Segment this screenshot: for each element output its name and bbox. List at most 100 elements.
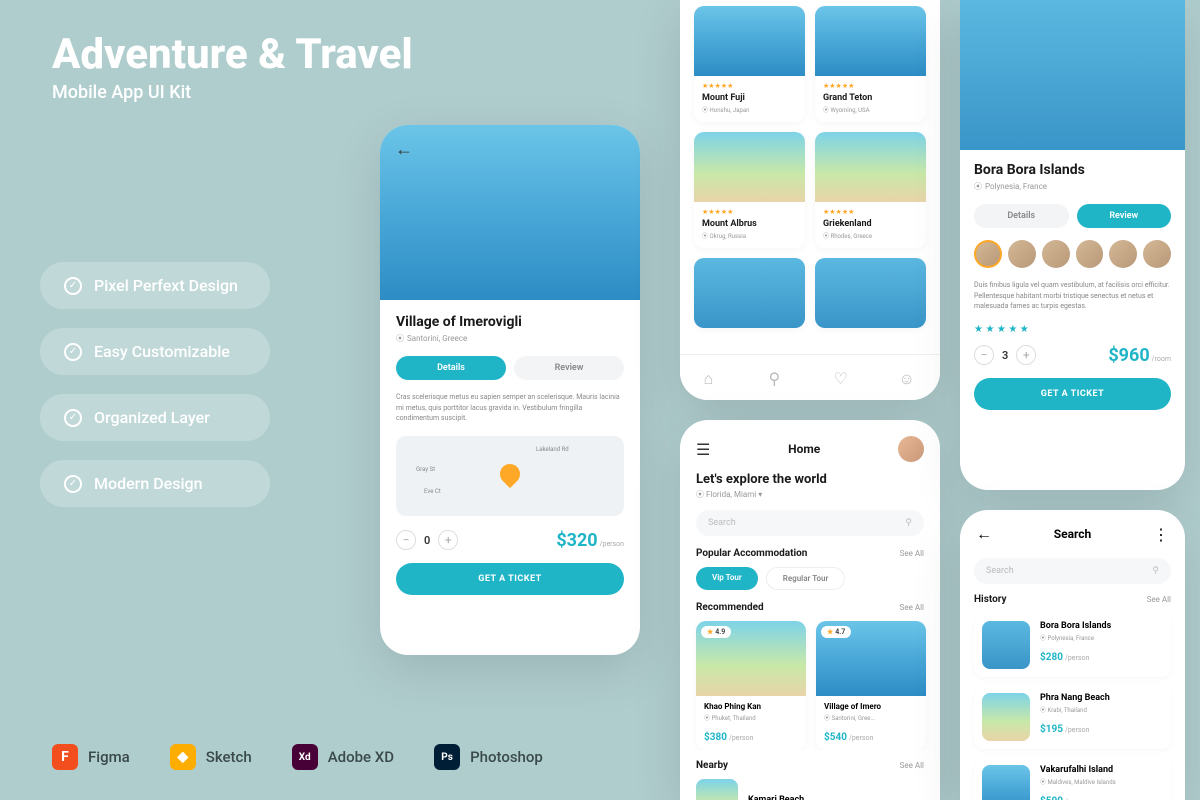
pill-vip[interactable]: Vip Tour: [696, 567, 758, 590]
star-icon: ★★★★★: [702, 82, 797, 90]
explore-heading: Let's explore the world: [680, 472, 940, 487]
rating-badge: ★4.7: [821, 626, 851, 638]
hero-title: Adventure & Travel: [52, 30, 413, 79]
map-pin-icon: [496, 459, 524, 487]
phone-home: ☰ Home Let's explore the world ⦿ Florida…: [680, 420, 940, 800]
quantity-stepper[interactable]: − 3 +: [974, 345, 1036, 365]
get-ticket-button[interactable]: GET A TICKET: [974, 378, 1171, 410]
back-icon[interactable]: ←: [392, 137, 416, 161]
page-title: Home: [788, 442, 820, 456]
description: Cras scelerisque metus eu sapien semper …: [396, 392, 624, 424]
ps-icon: Ps: [434, 744, 460, 770]
section-title: Nearby: [696, 760, 728, 771]
place-title: Village of Imerovigli: [396, 314, 624, 330]
review-text: Duis finibus ligula vel quam vestibulum,…: [974, 280, 1171, 312]
star-rating: ★ ★ ★ ★ ★: [974, 324, 1171, 335]
tool-figma: FFigma: [52, 744, 130, 770]
rating-badge: ★4.9: [701, 626, 731, 638]
qty-plus[interactable]: +: [1016, 345, 1036, 365]
destination-card[interactable]: ★★★★★Mount Fuji⦿ Honshu, Japan: [694, 6, 805, 122]
back-icon[interactable]: ←: [976, 524, 992, 544]
search-icon: ⚲: [905, 518, 912, 528]
bottom-nav: ⌂ ⚲ ♡ ☺: [680, 354, 940, 400]
rec-card[interactable]: ★4.9Khao Phing Kan⦿ Phuket, Thailand$380…: [696, 621, 806, 750]
home-icon[interactable]: ⌂: [704, 369, 722, 387]
hero-image: ←: [380, 125, 640, 300]
reviewer-avatar[interactable]: [974, 240, 1002, 268]
pill-regular[interactable]: Regular Tour: [766, 567, 846, 590]
heart-icon[interactable]: ♡: [834, 369, 852, 387]
quantity-stepper[interactable]: − 0 +: [396, 530, 458, 550]
destination-card[interactable]: ★★★★★Griekenland⦿ Rhodes, Greece: [815, 132, 926, 248]
see-all-link[interactable]: See All: [900, 603, 924, 612]
place-location: ⦿Santorini, Greece: [396, 333, 624, 344]
reviewer-avatar[interactable]: [1042, 240, 1070, 268]
nearby-item[interactable]: Kamari Beach: [680, 779, 940, 800]
sketch-icon: ◆: [170, 744, 196, 770]
tab-review[interactable]: Review: [514, 356, 624, 380]
current-location[interactable]: ⦿ Florida, Miami ▾: [680, 489, 940, 500]
star-icon: ★★★★★: [702, 208, 797, 216]
phone-review: Bora Bora Islands ⦿ Polynesia, France De…: [960, 0, 1185, 490]
section-title: Recommended: [696, 602, 764, 613]
figma-icon: F: [52, 744, 78, 770]
search-input[interactable]: Search⚲: [974, 558, 1171, 584]
reviewer-avatar[interactable]: [1076, 240, 1104, 268]
qty-value: 0: [424, 534, 430, 547]
page-title: Search: [1054, 527, 1092, 541]
place-title: Bora Bora Islands: [974, 162, 1171, 178]
history-label: History: [974, 594, 1007, 605]
check-icon: ✓: [64, 475, 82, 493]
map-preview[interactable]: Gray St Eve Ct Lakeland Rd: [396, 436, 624, 516]
reviewer-avatar[interactable]: [1008, 240, 1036, 268]
price: $320: [556, 530, 597, 551]
check-icon: ✓: [64, 277, 82, 295]
reviewer-avatar[interactable]: [1143, 240, 1171, 268]
check-icon: ✓: [64, 409, 82, 427]
search-icon: ⚲: [1152, 566, 1159, 576]
hero-image: [960, 0, 1185, 150]
reviewer-avatar[interactable]: [1109, 240, 1137, 268]
qty-minus[interactable]: −: [974, 345, 994, 365]
tool-xd: XdAdobe XD: [292, 744, 394, 770]
avatar[interactable]: [898, 436, 924, 462]
history-item[interactable]: Vakarufalhi Island⦿ Maldives, Maldive Is…: [974, 757, 1171, 800]
tools-row: FFigma ◆Sketch XdAdobe XD PsPhotoshop: [52, 744, 543, 770]
qty-plus[interactable]: +: [438, 530, 458, 550]
star-icon: ★★★★★: [823, 208, 918, 216]
tool-ps: PsPhotoshop: [434, 744, 543, 770]
search-input[interactable]: Search⚲: [696, 510, 924, 536]
place-location: ⦿ Polynesia, France: [974, 181, 1171, 192]
rec-card[interactable]: ★4.7Village of Imero⦿ Santorini, Gree...…: [816, 621, 926, 750]
feature-pill-1: ✓Pixel Perfext Design: [40, 262, 270, 309]
section-title: Popular Accommodation: [696, 548, 807, 559]
history-item[interactable]: Phra Nang Beach⦿ Krabi, Thailand$195/per…: [974, 685, 1171, 749]
more-icon[interactable]: ⋮: [1153, 525, 1169, 544]
destination-card[interactable]: ★★★★★Mount Albrus⦿ Okrug, Russia: [694, 132, 805, 248]
destination-card[interactable]: [694, 258, 805, 328]
see-all-link[interactable]: See All: [900, 549, 924, 558]
qty-minus[interactable]: −: [396, 530, 416, 550]
qty-value: 3: [1002, 349, 1008, 362]
destination-card[interactable]: ★★★★★Grand Teton⦿ Wyoming, USA: [815, 6, 926, 122]
tab-details[interactable]: Details: [396, 356, 506, 380]
tab-review[interactable]: Review: [1077, 204, 1172, 228]
tab-details[interactable]: Details: [974, 204, 1069, 228]
see-all-link[interactable]: See All: [1147, 595, 1171, 604]
xd-icon: Xd: [292, 744, 318, 770]
feature-pill-3: ✓Organized Layer: [40, 394, 270, 441]
feature-pill-2: ✓Easy Customizable: [40, 328, 270, 375]
phone-details: ← Village of Imerovigli ⦿Santorini, Gree…: [380, 125, 640, 655]
history-item[interactable]: Bora Bora Islands⦿ Polynesia, France$280…: [974, 613, 1171, 677]
star-icon: ★★★★★: [823, 82, 918, 90]
user-icon[interactable]: ☺: [899, 369, 917, 387]
feature-pill-4: ✓Modern Design: [40, 460, 270, 507]
get-ticket-button[interactable]: GET A TICKET: [396, 563, 624, 595]
phone-grid: ★★★★★Mount Fuji⦿ Honshu, Japan ★★★★★Gran…: [680, 0, 940, 400]
hero-subtitle: Mobile App UI Kit: [52, 82, 191, 103]
price: $960: [1108, 345, 1149, 366]
destination-card[interactable]: [815, 258, 926, 328]
see-all-link[interactable]: See All: [900, 761, 924, 770]
search-icon[interactable]: ⚲: [769, 369, 787, 387]
menu-icon[interactable]: ☰: [696, 440, 710, 459]
